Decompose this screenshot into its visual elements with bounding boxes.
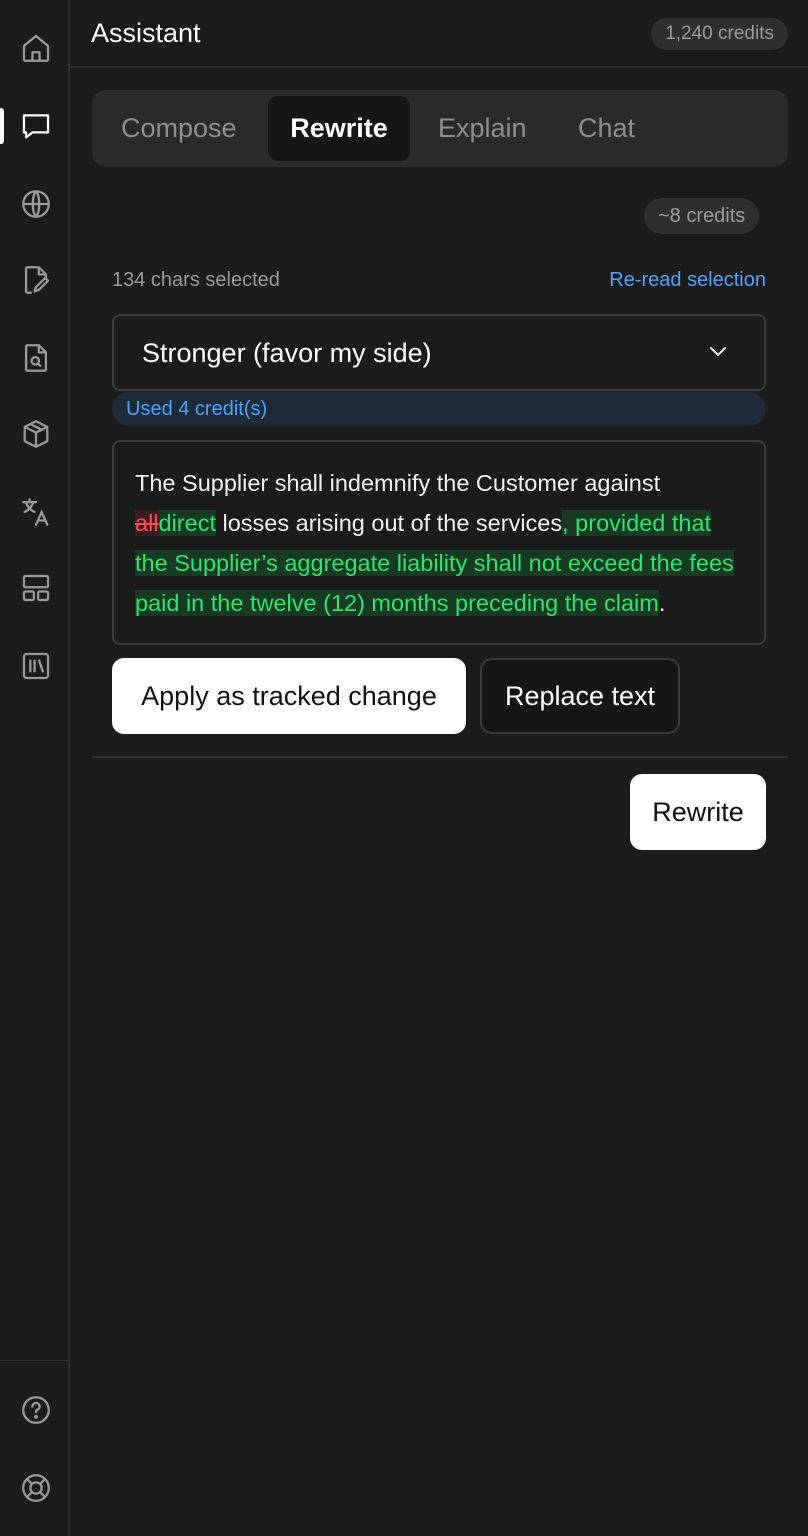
- tab-explain[interactable]: Explain: [438, 96, 527, 161]
- icon-rail: [0, 0, 70, 1536]
- reread-selection-link[interactable]: Re-read selection: [609, 269, 766, 292]
- layout-icon[interactable]: [16, 568, 56, 608]
- tab-rewrite[interactable]: Rewrite: [268, 96, 410, 161]
- diff-unchanged-text: The Supplier shall indemnify the Custome…: [135, 470, 661, 496]
- rail-divider: [0, 1360, 68, 1361]
- home-icon[interactable]: [16, 28, 56, 68]
- diff-insertion: direct: [158, 510, 216, 536]
- document-edit-icon[interactable]: [16, 260, 56, 300]
- diff-text: The Supplier shall indemnify the Custome…: [135, 463, 747, 623]
- translate-icon[interactable]: [16, 492, 56, 532]
- apply-tracked-change-button[interactable]: Apply as tracked change: [112, 658, 466, 734]
- help-icon[interactable]: [16, 1390, 56, 1430]
- page-title: Assistant: [91, 18, 201, 48]
- active-indicator: [0, 108, 4, 144]
- replace-text-button[interactable]: Replace text: [480, 658, 680, 734]
- panel-header: Assistant 1,240 credits: [70, 0, 808, 68]
- estimated-cost-badge: ~8 credits: [644, 198, 760, 234]
- library-icon[interactable]: [16, 646, 56, 686]
- tone-select[interactable]: Stronger (favor my side): [112, 314, 766, 391]
- tone-select-value: Stronger (favor my side): [142, 338, 432, 368]
- support-lifebuoy-icon[interactable]: [16, 1468, 56, 1508]
- document-search-icon[interactable]: [16, 338, 56, 378]
- usage-banner: Used 4 credit(s): [112, 392, 766, 426]
- assistant-panel: Assistant 1,240 credits Compose Rewrite …: [70, 0, 808, 1536]
- credits-balance-badge: 1,240 credits: [651, 18, 788, 50]
- tab-compose[interactable]: Compose: [121, 96, 237, 161]
- chevron-down-icon: [710, 347, 726, 356]
- rewrite-button[interactable]: Rewrite: [630, 774, 766, 850]
- divider: [92, 756, 788, 758]
- diff-unchanged-text: .: [658, 590, 666, 616]
- selection-count: 134 chars selected: [112, 269, 280, 291]
- diff-unchanged-text: losses arising out of the services: [215, 510, 563, 536]
- rewrite-preview: The Supplier shall indemnify the Custome…: [112, 440, 766, 645]
- chat-icon[interactable]: [16, 106, 56, 146]
- cube-icon[interactable]: [16, 414, 56, 454]
- tab-chat[interactable]: Chat: [578, 96, 635, 161]
- diff-deletion: all: [135, 510, 159, 536]
- usage-text: Used 4 credit(s): [126, 398, 268, 420]
- mode-tabs: Compose Rewrite Explain Chat: [92, 90, 788, 167]
- globe-icon[interactable]: [16, 184, 56, 224]
